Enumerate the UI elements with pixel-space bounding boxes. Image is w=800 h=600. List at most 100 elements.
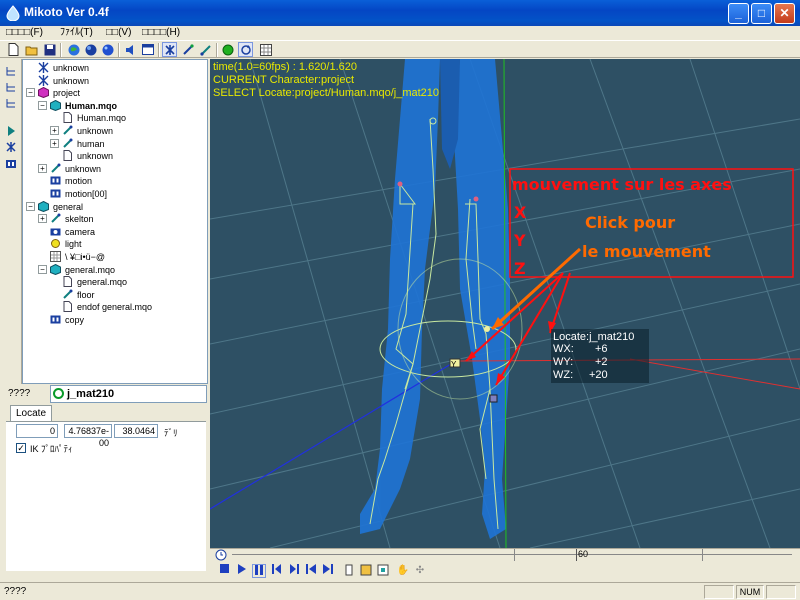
save-icon[interactable] — [42, 42, 57, 57]
stop-icon[interactable] — [218, 564, 232, 578]
joint-name-field[interactable]: j_mat210 — [50, 385, 207, 403]
tab-locate[interactable]: Locate — [10, 405, 52, 422]
hand-icon[interactable]: ✋ — [396, 564, 410, 578]
tree-item[interactable]: unknown — [23, 74, 207, 87]
joint-green-icon — [53, 388, 64, 399]
page-icon — [62, 112, 73, 124]
expand-icon[interactable]: + — [38, 163, 47, 173]
app-drop-icon — [6, 5, 20, 21]
speaker-icon[interactable] — [123, 42, 138, 57]
menu-view[interactable]: □□(V) — [106, 26, 131, 40]
tree-item-label: human — [77, 138, 105, 149]
scene-tree: unknown unknown − project − Human.mqo Human.mq… — [22, 59, 208, 384]
grid-icon[interactable] — [258, 42, 273, 57]
tree-item[interactable]: − general.mqo — [23, 263, 207, 276]
tree-item-label: motion — [65, 176, 93, 187]
tree-item[interactable]: + human — [23, 138, 207, 150]
locate-x-input[interactable]: 0 — [16, 424, 58, 438]
tree-item[interactable]: − project — [23, 87, 207, 99]
loop-icon[interactable] — [342, 564, 356, 578]
cube-magenta-icon — [38, 87, 49, 99]
tree-item[interactable]: \ ¥□i•ü−@ — [23, 251, 207, 263]
new-file-icon[interactable] — [6, 42, 21, 57]
bone-mode-icon[interactable] — [3, 141, 19, 156]
tree-item[interactable]: light — [23, 238, 207, 250]
collapse-icon[interactable]: − — [26, 88, 35, 98]
globe-dark-icon[interactable] — [83, 42, 98, 57]
tree-item-label: unknown — [77, 151, 114, 162]
bone-teal-icon — [50, 163, 61, 174]
open-folder-icon[interactable] — [24, 42, 39, 57]
bone-blue-icon[interactable] — [180, 42, 195, 57]
bone-teal-icon — [62, 289, 73, 300]
refresh-icon[interactable] — [238, 42, 253, 57]
window-icon[interactable] — [140, 42, 155, 57]
collapse-icon[interactable]: − — [38, 264, 47, 274]
prev-key-icon[interactable] — [270, 564, 284, 578]
page-icon[interactable] — [359, 564, 373, 578]
expand-icon[interactable]: + — [50, 126, 59, 135]
bone-x-icon[interactable] — [162, 42, 177, 57]
first-frame-icon[interactable] — [304, 564, 318, 578]
menu-file[interactable]: □□□□(F) — [6, 26, 43, 40]
timeline-marker: 60 — [578, 549, 589, 559]
tree-item[interactable]: unknown — [23, 62, 207, 74]
tree-item[interactable]: unknown — [23, 150, 207, 162]
tree-item-label: general.mqo — [65, 264, 116, 275]
menu-tools[interactable]: ﾌｧｲﾙ(T) — [60, 26, 93, 40]
export-icon[interactable] — [376, 564, 390, 578]
locate-z-input[interactable]: 38.0464 — [114, 424, 158, 438]
bone-teal-icon — [50, 213, 61, 224]
tree-view-icon[interactable] — [3, 65, 19, 80]
expand-icon[interactable]: + — [50, 138, 59, 148]
joint-info-box: Locate:j_mat210 WX: +6 WY: +2 WZ: +20 — [551, 329, 649, 383]
maximize-button[interactable]: □ — [751, 3, 772, 24]
locate-y-input[interactable]: 4.76837e-00 — [64, 424, 112, 448]
film-icon — [50, 175, 61, 186]
tree-item[interactable]: − Human.mqo — [23, 99, 207, 112]
status-cell-1 — [704, 585, 734, 599]
tree-item[interactable]: camera — [23, 226, 207, 238]
play-mode-icon[interactable] — [3, 125, 19, 140]
last-frame-icon[interactable] — [321, 564, 335, 578]
close-button[interactable]: ✕ — [774, 3, 795, 24]
ik-checkbox[interactable]: ✓ — [16, 443, 26, 453]
tree-item-label: project — [53, 88, 81, 99]
tree-item[interactable]: − general — [23, 200, 207, 213]
collapse-icon[interactable]: − — [38, 100, 47, 110]
pause-icon[interactable] — [252, 564, 266, 578]
tree-view-list-icon[interactable] — [3, 97, 19, 112]
tree-item[interactable]: endof general.mqo — [23, 301, 207, 313]
viewport-3d[interactable]: Y time(1.0=60fps) : 1.620/1.620 CURRENT … — [210, 59, 800, 548]
globe-icon[interactable] — [66, 42, 81, 57]
bone-x-icon — [38, 62, 49, 73]
tree-item-label: unknown — [65, 163, 102, 174]
tree-item[interactable]: + skelton — [23, 213, 207, 225]
timeline[interactable]: 60 — [210, 548, 800, 561]
minimize-button[interactable]: _ — [728, 3, 749, 24]
tree-view-alt-icon[interactable] — [3, 81, 19, 96]
next-key-icon[interactable] — [287, 564, 301, 578]
joint-info-wy-value: +2 — [595, 356, 608, 368]
light-icon — [50, 238, 61, 249]
tree-item-label: \ ¥□i•ü−@ — [65, 252, 105, 262]
tree-item[interactable]: motion — [23, 175, 207, 187]
tree-item[interactable]: Human.mqo — [23, 112, 207, 124]
sphere-icon[interactable] — [100, 42, 115, 57]
film-mode-icon[interactable] — [3, 158, 19, 173]
collapse-icon[interactable]: − — [26, 201, 35, 211]
tree-item[interactable]: + unknown — [23, 125, 207, 137]
tree-item[interactable]: + unknown — [23, 163, 207, 175]
tree-item[interactable]: general.mqo — [23, 276, 207, 288]
expand-icon[interactable]: + — [38, 214, 47, 224]
play-icon[interactable] — [235, 564, 249, 578]
move-icon[interactable]: ✣ — [413, 564, 427, 578]
tree-item[interactable]: motion[00] — [23, 188, 207, 200]
film-icon — [50, 188, 61, 199]
bone-teal-icon[interactable] — [198, 42, 213, 57]
green-dot-icon[interactable] — [220, 42, 235, 57]
bone-x-icon — [38, 74, 49, 86]
menu-help[interactable]: □□□□(H) — [142, 26, 180, 40]
tree-item[interactable]: floor — [23, 289, 207, 301]
tree-item[interactable]: copy — [23, 314, 207, 326]
